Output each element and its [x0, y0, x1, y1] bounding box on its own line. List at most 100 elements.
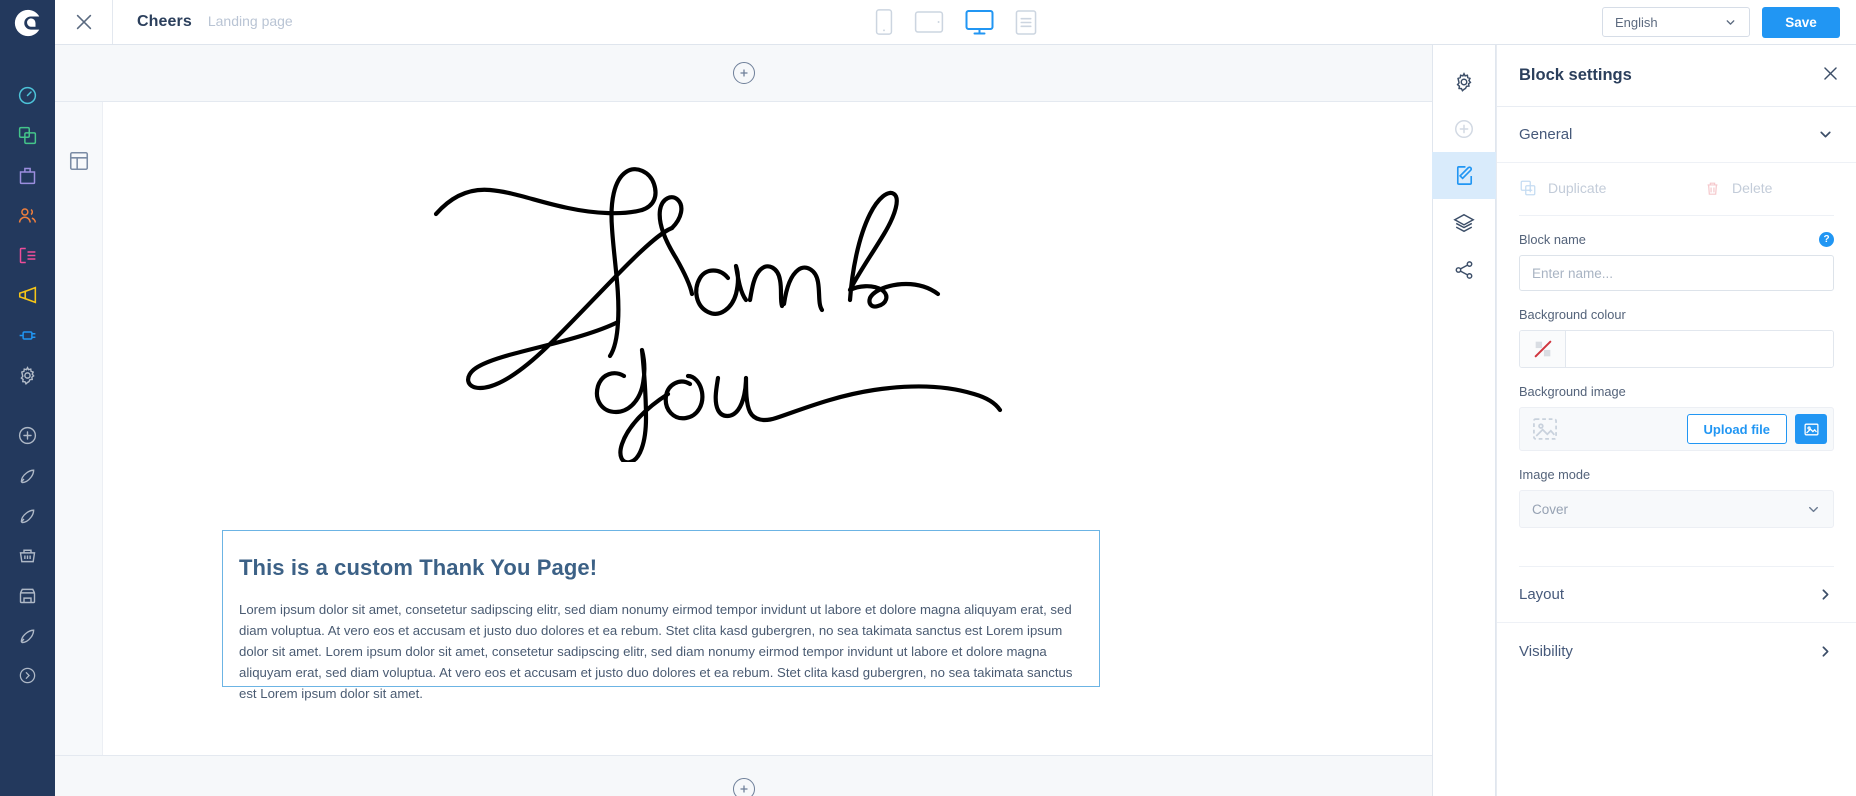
upload-file-button[interactable]: Upload file [1686, 414, 1787, 444]
brand-logo[interactable] [0, 0, 55, 45]
canvas-body: This is a custom Thank You Page! Lorem i… [55, 102, 1432, 796]
section-general[interactable]: General [1497, 107, 1856, 163]
tablet-view-button[interactable] [914, 11, 943, 33]
section-visibility[interactable]: Visibility [1497, 623, 1856, 679]
language-select[interactable]: English [1602, 7, 1750, 37]
marketing-megaphone-icon [18, 286, 36, 304]
panel-header: Block settings [1497, 45, 1856, 107]
delete-button: Delete [1704, 180, 1772, 197]
chevron-down-icon [1809, 506, 1818, 512]
sidebar-item-inbox[interactable] [0, 535, 55, 575]
share-button[interactable] [1432, 246, 1496, 293]
page-settings-gear-icon [1456, 71, 1472, 92]
layout-template-button[interactable] [68, 150, 90, 796]
block-name-field: Block name ? [1519, 216, 1834, 291]
sidebar-item-dashboard[interactable] [0, 75, 55, 115]
section-visibility-label: Visibility [1519, 642, 1573, 660]
save-button[interactable]: Save [1762, 6, 1840, 38]
chevron-down-icon [1820, 131, 1831, 138]
duplicate-icon [1520, 180, 1536, 196]
background-colour-field: Background colour [1519, 291, 1834, 368]
sidebar-item-contacts[interactable] [0, 195, 55, 235]
forms-icon [19, 247, 36, 263]
background-colour-control[interactable] [1519, 330, 1834, 368]
layers-icon [1453, 213, 1475, 232]
plus-circle-icon [739, 785, 748, 793]
image-mode-value: Cover [1532, 501, 1569, 517]
add-circle-icon [18, 426, 37, 444]
transactional-rocket-icon [20, 509, 35, 523]
tablet-view-icon [914, 11, 943, 33]
language-select-value: English [1615, 14, 1658, 30]
add-block-rail-button [1432, 105, 1496, 152]
sidebar-expand-toggle[interactable] [0, 655, 55, 695]
background-image-label: Background image [1519, 384, 1626, 399]
image-mode-select[interactable]: Cover [1519, 490, 1834, 528]
section-layout-label: Layout [1519, 586, 1565, 603]
background-colour-swatch[interactable] [1520, 331, 1566, 367]
page-settings-button[interactable] [1432, 58, 1496, 105]
sidebar-item-plugins[interactable] [0, 315, 55, 355]
page-subtitle: Landing page [207, 13, 293, 29]
document-title-group: Cheers Landing page [113, 13, 293, 31]
launch-rocket-icon [20, 629, 35, 643]
sidebar-item-campaigns[interactable] [0, 115, 55, 155]
sidebar-item-add[interactable] [0, 415, 55, 455]
inbox-basket-icon [19, 549, 36, 562]
page-title: Cheers [137, 13, 192, 30]
sidebar-item-settings[interactable] [0, 355, 55, 395]
sidebar-item-marketing[interactable] [0, 275, 55, 315]
sidebar-item-transactional[interactable] [0, 495, 55, 535]
share-icon [1455, 260, 1473, 279]
duplicate-delete-row: Duplicate Delete [1519, 163, 1834, 216]
section-layout[interactable]: Layout [1497, 567, 1856, 623]
image-gallery-icon [1803, 423, 1819, 435]
contacts-icon [18, 207, 37, 223]
edit-block-button[interactable] [1432, 152, 1496, 199]
sidebar-item-automation[interactable] [0, 455, 55, 495]
nav-icon-list-secondary [0, 415, 55, 695]
mobile-view-button[interactable] [875, 9, 892, 35]
no-colour-icon [1534, 340, 1551, 358]
app-root: Cheers Landing page English Save This is… [0, 0, 1856, 796]
layers-button[interactable] [1432, 199, 1496, 246]
add-block-bottom-button[interactable] [732, 778, 755, 796]
delete-label: Delete [1732, 180, 1773, 196]
editor-tool-rail [1432, 45, 1496, 796]
block-name-help-icon[interactable]: ? [1819, 232, 1834, 247]
image-mode-label: Image mode [1519, 467, 1591, 482]
add-block-circle-icon [1455, 119, 1473, 138]
desktop-view-button[interactable] [965, 9, 993, 35]
image-mode-field: Image mode Cover [1519, 451, 1834, 528]
thank-you-handwriting-icon [433, 167, 1002, 462]
block-heading: This is a custom Thank You Page! [239, 555, 598, 580]
thank-you-text-block[interactable]: This is a custom Thank You Page! Lorem i… [222, 530, 1100, 701]
add-block-top-button[interactable] [732, 62, 755, 84]
duplicate-label: Duplicate [1548, 180, 1607, 196]
add-block-top-strip [55, 45, 1432, 102]
sidebar-item-store[interactable] [0, 575, 55, 615]
panel-close-button[interactable] [1821, 64, 1840, 88]
top-toolbar: Cheers Landing page English Save [55, 0, 1856, 45]
sidebar-item-launch[interactable] [0, 615, 55, 655]
sidebar-item-templates[interactable] [0, 155, 55, 195]
background-image-field: Background image Upload file [1519, 368, 1834, 451]
nav-icon-list [0, 75, 55, 395]
image-gallery-button[interactable] [1795, 414, 1827, 444]
landing-page-preview[interactable]: This is a custom Thank You Page! Lorem i… [103, 102, 1432, 796]
section-general-label: General [1519, 126, 1573, 143]
mobile-view-icon [875, 9, 892, 35]
duplicate-button: Duplicate [1519, 179, 1704, 197]
topbar-actions: English Save [1602, 0, 1856, 44]
text-view-button[interactable] [1015, 9, 1036, 35]
sidebar-item-forms[interactable] [0, 235, 55, 275]
automation-rocket-icon [20, 469, 35, 483]
templates-icon [19, 167, 36, 184]
general-section-body: Duplicate Delete Block name ? Ba [1497, 163, 1856, 567]
close-icon [1824, 66, 1837, 80]
block-name-input[interactable] [1519, 255, 1834, 291]
close-editor-button[interactable] [55, 0, 113, 44]
text-view-icon [1015, 9, 1036, 35]
background-colour-label: Background colour [1519, 307, 1626, 322]
background-colour-value[interactable] [1566, 331, 1833, 367]
